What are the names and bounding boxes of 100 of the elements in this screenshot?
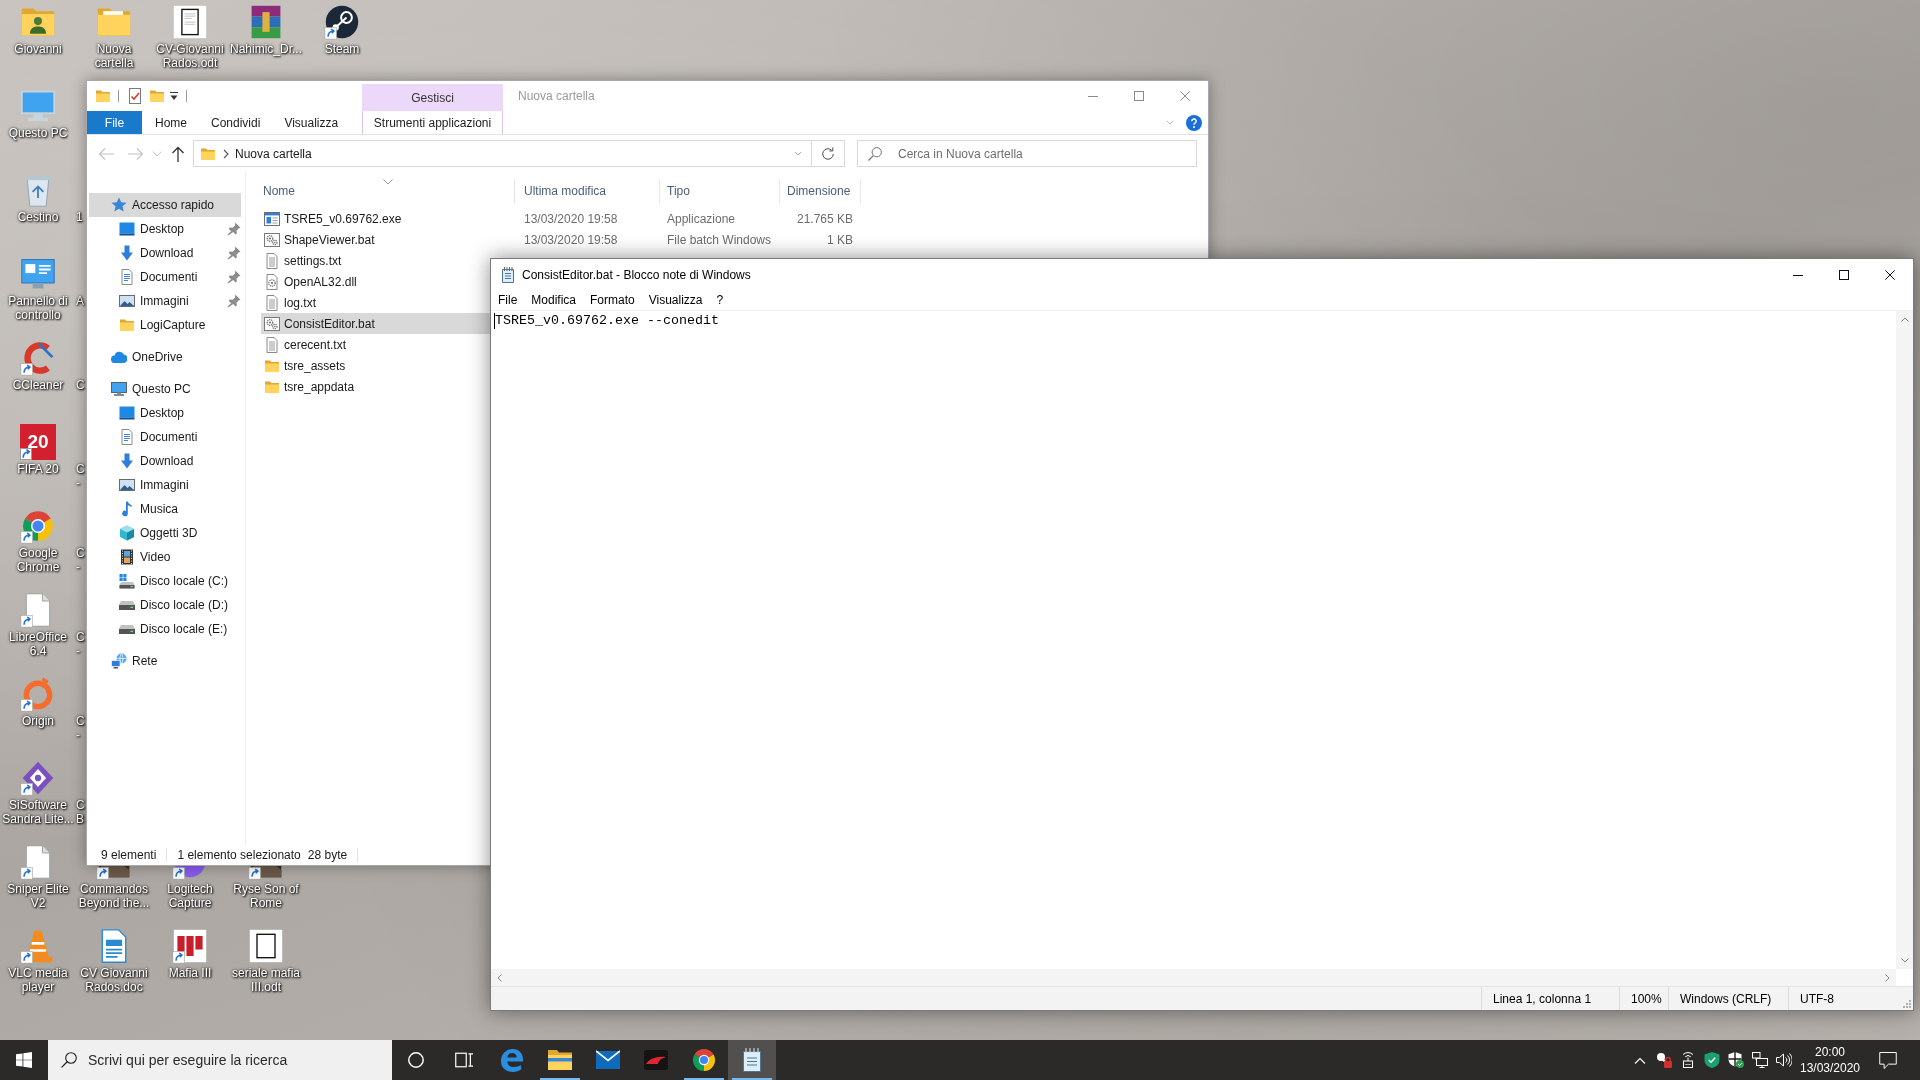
nav-item[interactable]: Documenti <box>89 265 241 289</box>
nav-item[interactable]: Disco locale (E:) <box>89 617 241 641</box>
ribbon-tab[interactable]: Condividi <box>200 111 272 134</box>
caret-left-icon[interactable] <box>497 973 502 982</box>
pin-icon[interactable] <box>227 246 241 260</box>
speaker-icon[interactable] <box>1776 1052 1792 1068</box>
clock-time[interactable]: 20:00 <box>1815 1044 1845 1060</box>
column-header[interactable]: Dimensione <box>780 179 861 203</box>
nav-item[interactable]: Oggetti 3D <box>89 521 241 545</box>
close-icon[interactable] <box>1885 269 1895 280</box>
nav-item[interactable]: Desktop <box>89 217 241 241</box>
properties-icon[interactable] <box>127 88 143 104</box>
menu-item[interactable]: Modifica <box>525 291 583 309</box>
ribbon-tab[interactable]: Visualizza <box>273 111 350 134</box>
chevron-down-icon[interactable] <box>792 150 804 157</box>
broom-logo-icon[interactable] <box>20 340 56 376</box>
nav-item[interactable]: OneDrive <box>89 345 241 369</box>
menu-item[interactable]: File <box>492 291 524 309</box>
shield-badge-icon[interactable] <box>1728 1052 1744 1068</box>
caret-down-icon[interactable] <box>1900 958 1909 963</box>
diamond-logo-icon[interactable] <box>20 760 56 796</box>
network-icon[interactable] <box>1752 1052 1768 1068</box>
nav-item[interactable]: Download <box>89 241 241 265</box>
horizontal-scrollbar[interactable] <box>491 969 1896 986</box>
date-modified: 13/03/2020 19:58 <box>524 232 618 247</box>
ring-icon[interactable] <box>408 1052 424 1068</box>
file-row[interactable]: tsre_appdata <box>261 376 490 397</box>
file-row[interactable]: log.txt <box>261 292 490 313</box>
cloud-icon <box>111 349 127 365</box>
menu-item[interactable]: Visualizza <box>642 291 709 309</box>
nav-item[interactable]: Download <box>89 449 241 473</box>
nav-item[interactable]: Rete <box>89 649 241 673</box>
ribbon-tab[interactable]: Home <box>144 111 198 134</box>
pin-icon[interactable] <box>227 294 241 308</box>
nav-item[interactable]: Video <box>89 545 241 569</box>
ribbon-tab[interactable]: File <box>87 111 142 134</box>
column-header[interactable]: Nome <box>261 179 515 203</box>
music-note-icon <box>119 501 135 517</box>
file-row[interactable]: cerecent.txt <box>261 334 490 355</box>
menu-item[interactable]: ? <box>710 291 730 309</box>
nav-item[interactable]: Questo PC <box>89 377 241 401</box>
nav-item[interactable]: Disco locale (D:) <box>89 593 241 617</box>
file-row[interactable]: tsre_assets <box>261 355 490 376</box>
file-size: 1 KB <box>827 232 853 247</box>
chrome-icon[interactable] <box>20 508 56 544</box>
pin-icon[interactable] <box>227 270 241 284</box>
document-thumbnail-icon[interactable] <box>172 4 208 40</box>
column-header[interactable]: Ultima modifica <box>515 179 660 203</box>
task-view-icon[interactable] <box>455 1051 473 1069</box>
steam-icon[interactable] <box>324 4 360 40</box>
pin-icon[interactable] <box>227 222 241 236</box>
drive-icon <box>119 600 135 610</box>
nav-item[interactable]: Documenti <box>89 425 241 449</box>
file-row[interactable]: ConsistEditor.bat <box>261 313 490 334</box>
address-bar[interactable]: Nuova cartella <box>193 140 845 167</box>
file-row[interactable]: TSRE5_v0.69762.exe 13/03/2020 19:58 Applicazione 21.765 KB <box>261 208 861 229</box>
nav-item[interactable]: Accesso rapido <box>89 193 241 217</box>
blank-page-icon[interactable] <box>248 928 284 964</box>
clock-date[interactable]: 13/03/2020 <box>1799 1060 1861 1076</box>
text-area[interactable]: TSRE5_v0.69762.exe --conedit <box>491 311 1896 969</box>
nav-item[interactable]: LogiCapture <box>89 313 241 337</box>
number-logo-tile[interactable]: 20 <box>20 424 56 460</box>
nav-item[interactable]: Immagini <box>89 473 241 497</box>
selection-size: 28 byte <box>307 848 348 862</box>
chevron-up-icon[interactable] <box>1634 1056 1646 1064</box>
chevron-right-icon[interactable] <box>222 148 230 159</box>
search-field[interactable]: Cerca in Nuova cartella <box>857 140 1197 167</box>
nav-item[interactable]: Desktop <box>89 401 241 425</box>
nav-item[interactable]: Immagini <box>89 289 241 313</box>
shield-check-icon[interactable] <box>1704 1052 1720 1068</box>
resize-grip-icon[interactable] <box>1903 1000 1911 1008</box>
taskbar-button[interactable] <box>728 1040 776 1080</box>
help-icon[interactable] <box>1186 114 1202 131</box>
window-title: ConsistEditor.bat - Blocco note di Windows <box>522 267 751 282</box>
maximize-icon[interactable] <box>1839 269 1849 280</box>
column-header[interactable]: Tipo <box>660 179 780 203</box>
nav-item[interactable]: Musica <box>89 497 241 521</box>
file-row[interactable]: OpenAL32.dll <box>261 271 490 292</box>
dropdown-icon[interactable] <box>169 91 179 101</box>
notification-icon[interactable] <box>1879 1051 1897 1069</box>
file-row[interactable]: settings.txt <box>261 250 490 271</box>
menu-item[interactable]: Formato <box>584 291 641 309</box>
file-row[interactable]: ShapeViewer.bat 13/03/2020 19:58 File batch Windows 1 KB <box>261 229 861 250</box>
wireless-device-icon[interactable] <box>1680 1052 1696 1068</box>
key-lock-icon[interactable] <box>1656 1052 1672 1068</box>
down-arrow-icon <box>119 453 135 469</box>
caret-up-icon[interactable] <box>1900 317 1909 322</box>
nav-item[interactable]: Disco locale (C:) <box>89 569 241 593</box>
file-name: log.txt <box>284 295 316 310</box>
ribbon-tab[interactable]: Strumenti applicazioni <box>362 111 503 134</box>
shortcut-arrow-icon[interactable] <box>20 448 32 460</box>
up-arrow-icon[interactable] <box>170 145 186 162</box>
search-field[interactable]: Scrivi qui per eseguire la ricerca <box>48 1040 392 1080</box>
bars-logo-icon[interactable] <box>172 928 208 964</box>
breadcrumb-item[interactable]: Nuova cartella <box>235 146 312 161</box>
file-name: cerecent.txt <box>284 337 347 352</box>
text-file-icon <box>264 252 280 269</box>
windows-logo-icon[interactable] <box>16 1052 32 1068</box>
caret-right-icon[interactable] <box>1885 973 1890 982</box>
vertical-scrollbar[interactable] <box>1896 311 1913 969</box>
